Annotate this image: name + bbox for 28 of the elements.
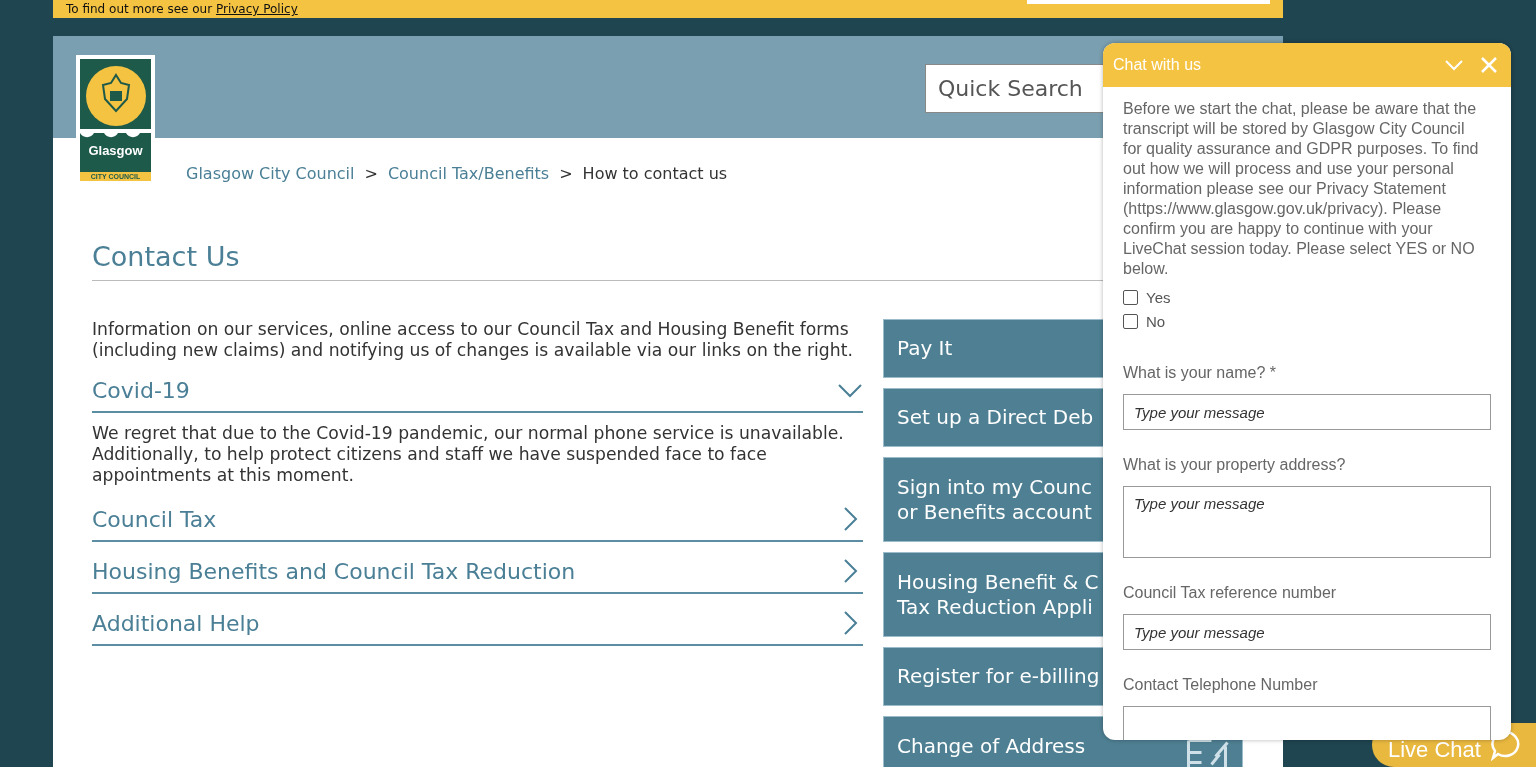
crest-icon <box>84 65 147 127</box>
input-field[interactable]: Type your message <box>1123 486 1491 558</box>
breadcrumb-separator: > <box>559 164 573 183</box>
accordion-title: Housing Benefits and Council Tax Reduction <box>92 558 576 584</box>
privacy-policy-link[interactable]: Privacy Policy <box>215 2 298 16</box>
minimize-button[interactable] <box>1445 59 1463 71</box>
checkbox[interactable] <box>1123 290 1138 305</box>
cookie-notice: To find out more see our Privacy Policy <box>66 2 298 16</box>
input-field[interactable]: Type your message <box>1123 614 1491 650</box>
accordion-title: Additional Help <box>92 610 260 636</box>
accordion-title: Covid-19 <box>92 377 190 403</box>
input-field[interactable] <box>1123 706 1491 740</box>
breadcrumb-separator: > <box>364 164 378 183</box>
checkbox[interactable] <box>1123 314 1138 329</box>
accordion-body: We regret that due to the Covid-19 pandemic, our normal phone service is unavailable. Additionally, to help protect citizens and staff we have suspended face to face appointments at this moment. <box>92 423 845 486</box>
accordion-header[interactable]: Additional Help <box>92 594 863 646</box>
accordion-header[interactable]: Housing Benefits and Council Tax Reduction <box>92 542 863 594</box>
input-field[interactable]: Type your message <box>1123 394 1491 430</box>
breadcrumb-link[interactable]: Council Tax/Benefits <box>387 164 550 183</box>
close-button[interactable] <box>1481 57 1497 73</box>
breadcrumb-link[interactable]: Glasgow City Council <box>186 164 355 183</box>
logo-name: Glasgow <box>88 143 143 158</box>
accordion-header[interactable]: Council Tax <box>92 490 863 542</box>
checkbox-label: Yes <box>1146 289 1171 306</box>
breadcrumb-current: How to contact us <box>582 164 728 183</box>
accordion-header[interactable]: Covid-19 <box>92 361 863 413</box>
accordion-title: Council Tax <box>92 506 217 532</box>
intro-text: Information on our services, online access to our Council Tax and Housing Benefit forms (including new claims) and notifying us of changes is available via our links on the right. <box>92 319 854 361</box>
